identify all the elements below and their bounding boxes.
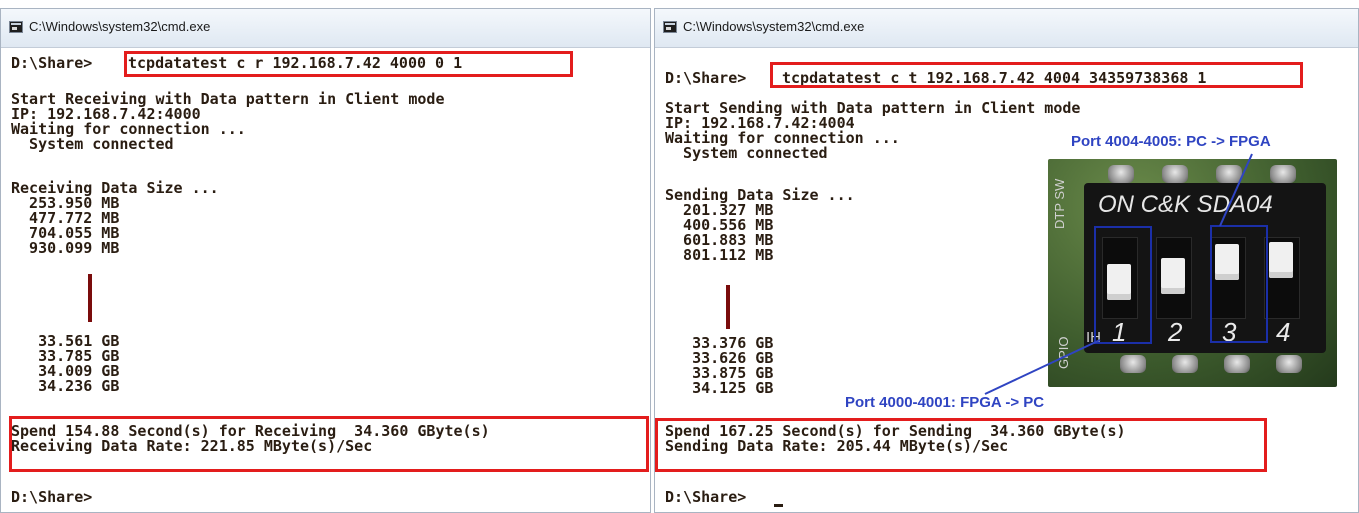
switch-number: 4 (1276, 317, 1291, 347)
solder-pad (1108, 165, 1134, 183)
annotation-top: Port 4004-4005: PC -> FPGA (1071, 133, 1271, 150)
left-final-prompt: D:\Share> (11, 488, 93, 506)
left-window-title: C:\Windows\system32\cmd.exe (29, 19, 211, 34)
dip-brand-label: ON C&K SDA04 (1098, 191, 1273, 218)
solder-pad (1270, 165, 1296, 183)
switch-knob-2 (1161, 258, 1185, 294)
switch-knob-4 (1269, 242, 1293, 278)
cmd-icon (9, 21, 23, 33)
solder-pad (1276, 355, 1302, 373)
switch-1-highlight (1094, 226, 1152, 344)
solder-pad (1224, 355, 1250, 373)
solder-pad (1120, 355, 1146, 373)
left-title-bar[interactable]: C:\Windows\system32\cmd.exe (1, 9, 650, 48)
right-window-title: C:\Windows\system32\cmd.exe (683, 19, 865, 34)
right-title-bar[interactable]: C:\Windows\system32\cmd.exe (655, 9, 1358, 48)
left-summary-highlight (9, 416, 649, 472)
dip-switch-photo: DTP SW GPIO ON C&K SDA04 IH 1 2 3 4 (1048, 159, 1337, 387)
left-line: 930.099 MB (11, 239, 120, 257)
right-command-highlight (770, 62, 1303, 88)
left-command-highlight (124, 51, 573, 77)
switch-number: 2 (1168, 317, 1183, 347)
annotation-bottom: Port 4000-4001: FPGA -> PC (845, 394, 1045, 411)
right-prompt: D:\Share> (665, 69, 747, 87)
left-ellipsis-bar (88, 274, 92, 322)
side-label-top: DTP SW (1052, 178, 1067, 229)
switch-slot-4 (1264, 237, 1300, 319)
right-summary-highlight (655, 418, 1267, 472)
left-gb-line: 34.236 GB (11, 377, 120, 395)
right-line: 801.112 MB (665, 246, 774, 264)
left-prompt: D:\Share> (11, 54, 93, 72)
right-gb-line: 34.125 GB (665, 379, 774, 397)
solder-pad (1172, 355, 1198, 373)
solder-pad (1162, 165, 1188, 183)
switch-3-highlight (1210, 225, 1268, 343)
right-ellipsis-bar (726, 285, 730, 329)
right-line: System connected (665, 144, 828, 162)
text-cursor (774, 504, 783, 507)
right-final-prompt: D:\Share> (665, 488, 747, 506)
solder-pad (1216, 165, 1242, 183)
side-label-bottom: GPIO (1056, 336, 1071, 369)
switch-slot-2 (1156, 237, 1192, 319)
left-line: System connected (11, 135, 174, 153)
cmd-icon (663, 21, 677, 33)
